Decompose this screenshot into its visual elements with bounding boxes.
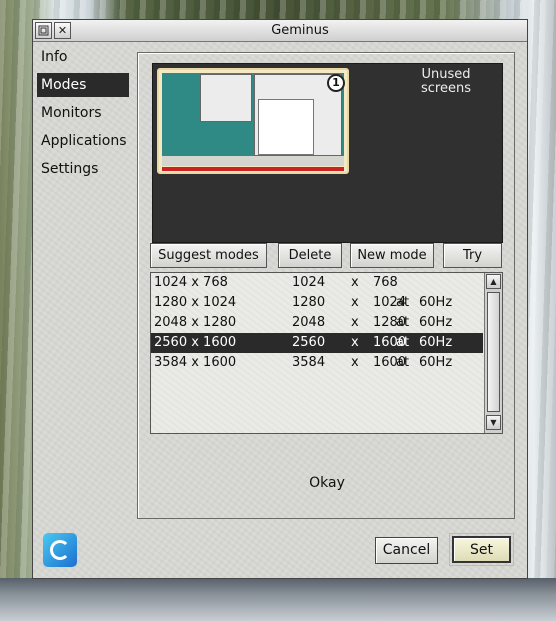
title-bar[interactable]: ✕ Geminus [33, 20, 527, 42]
thumbnail-menu [258, 99, 314, 155]
modes-list[interactable]: 1024 x 768 1024 x 768 1280 x 1024 1280 x… [150, 272, 503, 434]
sidebar-item-applications[interactable]: Applications [37, 129, 129, 153]
status-text: Okay [309, 475, 345, 491]
mode-rate: 60Hz [419, 355, 453, 370]
thumbnail-selection-bar [162, 167, 344, 171]
mode-x: x [351, 295, 359, 310]
mode-width: 2560 [292, 335, 326, 350]
suggest-modes-button[interactable]: Suggest modes [150, 243, 267, 268]
scroll-up-icon[interactable]: ▲ [486, 274, 501, 289]
mode-width: 3584 [292, 355, 326, 370]
mode-name: 2048 x 1280 [154, 315, 237, 330]
list-item[interactable]: 1280 x 1024 1280 x 1024 at 60Hz [151, 293, 483, 313]
desktop-background-bottom [0, 578, 556, 621]
delete-button[interactable]: Delete [278, 243, 342, 268]
screen-thumbnail[interactable]: 1 [157, 68, 349, 174]
mode-rate: 60Hz [419, 335, 453, 350]
cancel-button[interactable]: Cancel [375, 537, 438, 564]
set-button[interactable]: Set [449, 533, 514, 566]
list-scrollbar[interactable]: ▲ ▼ [484, 273, 502, 433]
close-icon[interactable]: ✕ [54, 22, 71, 39]
mode-at: at [396, 295, 410, 310]
sidebar-item-monitors[interactable]: Monitors [37, 101, 129, 125]
scrollbar-thumb[interactable] [487, 292, 500, 412]
mode-at: at [396, 355, 410, 370]
mode-x: x [351, 335, 359, 350]
sidebar-item-info[interactable]: Info [37, 45, 129, 69]
mode-rate: 60Hz [419, 315, 453, 330]
mode-x: x [351, 315, 359, 330]
list-item[interactable]: 1024 x 768 1024 x 768 [151, 273, 483, 293]
mode-name: 1024 x 768 [154, 275, 228, 290]
sidebar-item-modes[interactable]: Modes [37, 73, 129, 97]
mode-x: x [351, 275, 359, 290]
screen-thumbnail-desktop [162, 73, 344, 165]
screen-number-badge: 1 [327, 74, 345, 92]
sidebar-item-settings[interactable]: Settings [37, 157, 129, 181]
screen-layout-area[interactable]: 1 Unused screens [152, 63, 503, 243]
thumbnail-window [200, 74, 252, 122]
try-button[interactable]: Try [443, 243, 502, 268]
mode-at: at [396, 315, 410, 330]
mode-width: 1280 [292, 295, 326, 310]
modes-panel: 1 Unused screens Suggest modes Delete Ne… [137, 52, 515, 519]
thumbnail-iconbar [162, 156, 344, 166]
window-title: Geminus [271, 23, 329, 38]
mode-width: 2048 [292, 315, 326, 330]
window-back-icon[interactable] [35, 22, 52, 39]
mode-height: 768 [373, 275, 398, 290]
mode-x: x [351, 355, 359, 370]
list-item[interactable]: 2048 x 1280 2048 x 1280 at 60Hz [151, 313, 483, 333]
sidebar: Info Modes Monitors Applications Setting… [37, 45, 129, 185]
mode-name: 1280 x 1024 [154, 295, 237, 310]
new-mode-button[interactable]: New mode [350, 243, 434, 268]
unused-screens-label: Unused screens [421, 67, 471, 96]
mode-rate: 60Hz [419, 295, 453, 310]
mode-name: 3584 x 1600 [154, 355, 237, 370]
mode-name: 2560 x 1600 [154, 335, 237, 350]
geminus-logo-icon [43, 533, 77, 567]
mode-width: 1024 [292, 275, 326, 290]
scroll-down-icon[interactable]: ▼ [486, 415, 501, 430]
list-item-selected[interactable]: 2560 x 1600 2560 x 1600 at 60Hz [151, 333, 483, 353]
list-item[interactable]: 3584 x 1600 3584 x 1600 at 60Hz [151, 353, 483, 373]
geminus-window: ✕ Geminus Info Modes Monitors Applicatio… [32, 19, 528, 579]
mode-at: at [396, 335, 410, 350]
